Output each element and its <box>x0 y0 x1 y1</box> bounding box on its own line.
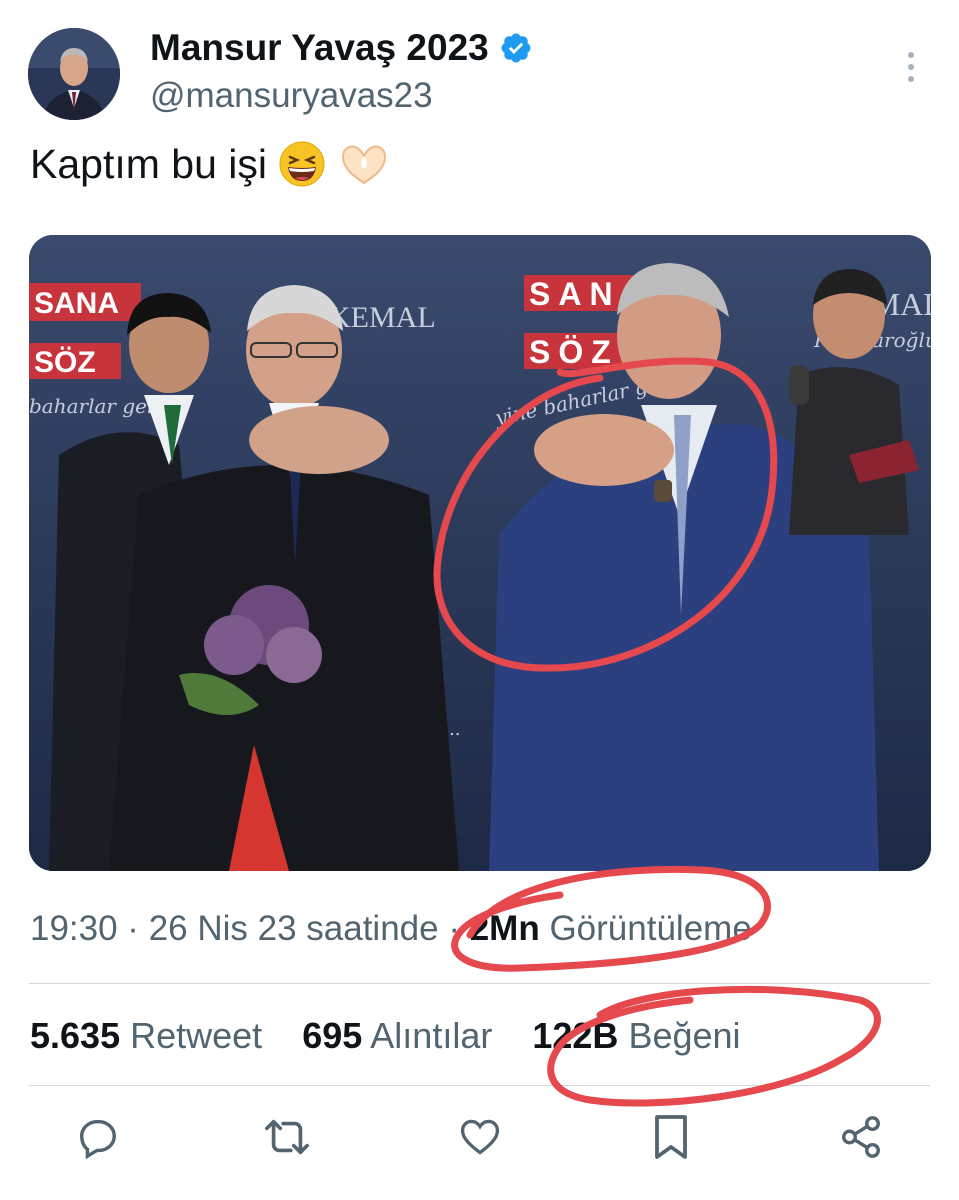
like-icon[interactable] <box>455 1112 505 1162</box>
tweet-meta: 19:30 · 26 Nis 23 saatinde · 2Mn Görüntü… <box>30 906 752 952</box>
tweet-photo[interactable]: SANA SÖZ SANA SÖZ KEMAL KEMAL Kılıçdaroğ… <box>29 235 931 871</box>
banner-text-left-2: SÖZ <box>34 346 96 379</box>
quotes-label: Alıntılar <box>370 1015 493 1056</box>
views-label: Görüntüleme <box>549 909 752 948</box>
banner-text-right-2: SÖZ <box>529 334 619 370</box>
engagement-stats: 5.635 Retweet 695 Alıntılar 122B Beğeni <box>30 1012 771 1060</box>
banner-text-left-1: SANA <box>34 287 119 320</box>
tweet-text: Kaptım bu işi <box>30 138 391 190</box>
quotes-stat[interactable]: 695 Alıntılar <box>302 1012 492 1060</box>
avatar[interactable] <box>28 28 120 120</box>
action-bar <box>0 1112 959 1172</box>
tweet-timestamp[interactable]: 19:30 · 26 Nis 23 saatinde · <box>30 909 460 948</box>
slogan-left: baharlar gel <box>29 394 153 418</box>
retweets-stat[interactable]: 5.635 Retweet <box>30 1012 262 1060</box>
likes-stat[interactable]: 122B Beğeni <box>532 1012 740 1060</box>
divider-top <box>29 983 930 984</box>
verified-badge-icon <box>501 33 531 63</box>
divider-bottom <box>29 1085 930 1086</box>
retweet-icon[interactable] <box>262 1112 312 1162</box>
retweets-count: 5.635 <box>30 1015 121 1056</box>
grinning-squinting-face-icon <box>279 141 325 187</box>
user-handle[interactable]: @mansuryavas23 <box>150 76 433 116</box>
avatar-image <box>28 28 120 120</box>
display-name[interactable]: Mansur Yavaş 2023 <box>150 26 533 70</box>
quotes-count: 695 <box>302 1015 363 1056</box>
likes-count: 122B <box>532 1015 619 1056</box>
tweet-text-content: Kaptım bu işi <box>30 141 267 187</box>
reply-icon[interactable] <box>72 1112 122 1162</box>
heart-hands-icon <box>341 145 387 185</box>
more-options-icon[interactable] <box>900 50 922 84</box>
likes-label: Beğeni <box>628 1015 741 1056</box>
views-count: 2Mn <box>469 909 540 948</box>
banner-signature-left: KEMAL <box>329 301 436 334</box>
retweets-label: Retweet <box>130 1015 263 1056</box>
photo-content: SANA SÖZ SANA SÖZ KEMAL KEMAL Kılıçdaroğ… <box>29 235 931 871</box>
display-name-text: Mansur Yavaş 2023 <box>150 27 489 68</box>
bookmark-icon[interactable] <box>646 1112 696 1162</box>
share-icon[interactable] <box>836 1112 886 1162</box>
